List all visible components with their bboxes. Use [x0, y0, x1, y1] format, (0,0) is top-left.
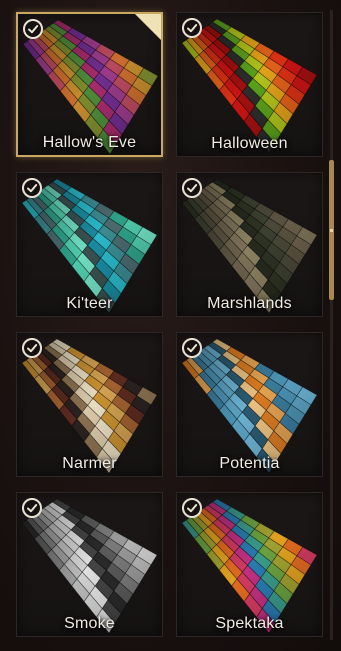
palette-tile[interactable]: Halloween: [176, 12, 323, 157]
palette-tile[interactable]: Potentia: [176, 332, 323, 477]
palette-name: Narmer: [62, 455, 117, 472]
checkmark-icon: [22, 338, 42, 358]
selected-corner-marker: [135, 14, 161, 40]
scrollbar-grip-icon: [330, 229, 333, 232]
palette-shading: [182, 499, 317, 633]
palette-tile[interactable]: Spektaka: [176, 492, 323, 637]
palette-tile[interactable]: Hallow's Eve: [16, 12, 163, 157]
palette-tile[interactable]: Marshlands: [176, 172, 323, 317]
palette-name: Halloween: [211, 135, 288, 152]
palette-tile[interactable]: Narmer: [16, 332, 163, 477]
scrollbar-track[interactable]: [330, 10, 333, 640]
palette-shading: [182, 179, 317, 313]
palette-name: Smoke: [64, 615, 115, 632]
palette-name: Marshlands: [207, 295, 292, 312]
palette-name: Spektaka: [215, 615, 284, 632]
palette-name: Hallow's Eve: [42, 134, 137, 151]
palette-shading: [22, 499, 157, 633]
checkmark-icon: [182, 178, 202, 198]
palette-shading: [22, 339, 157, 473]
palette-tile[interactable]: Smoke: [16, 492, 163, 637]
checkmark-icon: [182, 498, 202, 518]
palette-grid: Hallow's Eve Halloween Ki'teer Marshlands Na…: [0, 0, 341, 651]
checkmark-icon: [22, 178, 42, 198]
palette-shading: [182, 19, 317, 153]
palette-shading: [182, 339, 317, 473]
palette-tile[interactable]: Ki'teer: [16, 172, 163, 317]
checkmark-icon: [22, 498, 42, 518]
palette-name: Potentia: [219, 455, 280, 472]
checkmark-icon: [182, 338, 202, 358]
checkmark-icon: [23, 19, 43, 39]
checkmark-icon: [182, 18, 202, 38]
palette-shading: [22, 179, 157, 313]
palette-name: Ki'teer: [66, 295, 113, 312]
